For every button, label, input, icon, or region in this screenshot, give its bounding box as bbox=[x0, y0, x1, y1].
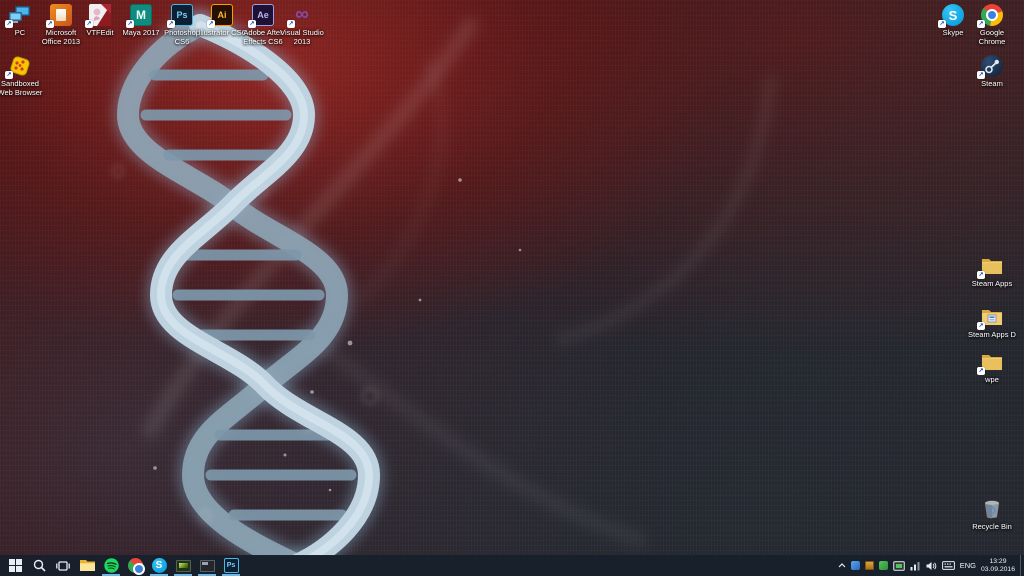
shortcut-arrow-icon bbox=[85, 20, 93, 28]
green-app-window-icon bbox=[176, 560, 191, 572]
touch-keyboard-icon[interactable] bbox=[942, 555, 955, 576]
hidden-icons-chevron[interactable] bbox=[838, 555, 846, 576]
clock[interactable]: 13:29 03.09.2016 bbox=[981, 558, 1015, 574]
shortcut-arrow-icon bbox=[977, 20, 985, 28]
file-explorer-icon bbox=[80, 559, 95, 572]
shortcut-arrow-icon bbox=[207, 20, 215, 28]
taskbar-left: S Ps bbox=[0, 555, 243, 576]
skype-icon: S bbox=[152, 558, 167, 573]
shortcut-arrow-icon bbox=[5, 71, 13, 79]
desktop-icon-recycle-bin[interactable]: Recycle Bin bbox=[963, 497, 1021, 532]
network-icon[interactable] bbox=[910, 555, 921, 576]
start-button[interactable] bbox=[3, 555, 27, 576]
file-explorer-button[interactable] bbox=[75, 555, 99, 576]
volume-icon[interactable] bbox=[926, 555, 937, 576]
icon-label: Sandboxed Web Browser bbox=[0, 80, 45, 97]
shortcut-arrow-icon bbox=[167, 20, 175, 28]
desktop-icon-wpe[interactable]: wpe bbox=[963, 350, 1021, 385]
search-button[interactable] bbox=[27, 555, 51, 576]
icon-label: Visual Studio 2013 bbox=[277, 29, 327, 46]
chrome-button[interactable] bbox=[123, 555, 147, 576]
shortcut-arrow-icon bbox=[977, 71, 985, 79]
illustrator-icon: Ai bbox=[209, 3, 235, 27]
shortcut-arrow-icon bbox=[248, 20, 256, 28]
green-tray-icon[interactable] bbox=[879, 555, 888, 576]
icon-label: Google Chrome bbox=[967, 29, 1017, 46]
system-tray: ENG 13:29 03.09.2016 bbox=[838, 555, 1024, 576]
pc-icon bbox=[7, 3, 33, 27]
icon-label: PC bbox=[15, 29, 25, 38]
folder-icon bbox=[979, 350, 1005, 374]
maya-icon: M bbox=[128, 3, 154, 27]
time: 13:29 bbox=[989, 558, 1006, 566]
photoshop-icon: Ps bbox=[224, 558, 239, 573]
shortcut-arrow-icon bbox=[977, 271, 985, 279]
chrome-icon bbox=[128, 558, 143, 573]
orange-tray-icon[interactable] bbox=[865, 555, 874, 576]
search-icon bbox=[33, 559, 46, 572]
icon-label: wpe bbox=[985, 376, 999, 385]
skype-button[interactable]: S bbox=[147, 555, 171, 576]
date: 03.09.2016 bbox=[981, 566, 1015, 574]
task-view-button[interactable] bbox=[51, 555, 75, 576]
icon-label: Steam bbox=[981, 80, 1003, 89]
photoshop-button[interactable]: Ps bbox=[219, 555, 243, 576]
dark-app-window-icon bbox=[200, 560, 215, 572]
shortcut-arrow-icon bbox=[46, 20, 54, 28]
green-app-button[interactable] bbox=[171, 555, 195, 576]
monitor-tray-icon[interactable] bbox=[893, 555, 905, 576]
icon-label: Steam Apps D bbox=[968, 331, 1016, 340]
icon-label: Recycle Bin bbox=[972, 523, 1012, 532]
spotify-button[interactable] bbox=[99, 555, 123, 576]
shortcut-arrow-icon bbox=[5, 20, 13, 28]
photoshop-icon: Ps bbox=[169, 3, 195, 27]
chrome-icon bbox=[979, 3, 1005, 27]
shortcut-arrow-icon bbox=[977, 322, 985, 330]
shortcut-arrow-icon bbox=[287, 20, 295, 28]
desktop-icon-visual-studio[interactable]: ∞ Visual Studio 2013 bbox=[273, 3, 331, 46]
desktop: PC Microsoft Office 2013 VTFEdit M Maya … bbox=[0, 0, 1024, 576]
blue-tray-icon[interactable] bbox=[851, 555, 860, 576]
desktop-icon-google-chrome[interactable]: Google Chrome bbox=[963, 3, 1021, 46]
show-desktop-button[interactable] bbox=[1020, 555, 1024, 576]
dark-app-button[interactable] bbox=[195, 555, 219, 576]
icon-label: Steam Apps bbox=[972, 280, 1012, 289]
icon-label: Skype bbox=[943, 29, 964, 38]
folder-with-files-icon bbox=[979, 305, 1005, 329]
desktop-icon-steam-apps[interactable]: Steam Apps bbox=[963, 254, 1021, 289]
recycle-bin-icon bbox=[979, 497, 1005, 521]
desktop-icon-steam[interactable]: Steam bbox=[963, 54, 1021, 89]
wallpaper bbox=[0, 0, 1024, 576]
spotify-icon bbox=[104, 558, 119, 573]
shortcut-arrow-icon bbox=[977, 367, 985, 375]
desktop-icon-steam-apps-d[interactable]: Steam Apps D bbox=[963, 305, 1021, 340]
folder-icon bbox=[979, 254, 1005, 278]
visual-studio-icon: ∞ bbox=[289, 3, 315, 27]
shortcut-arrow-icon bbox=[126, 20, 134, 28]
task-view-icon bbox=[56, 560, 70, 572]
taskbar: S Ps bbox=[0, 555, 1024, 576]
shortcut-arrow-icon bbox=[938, 20, 946, 28]
icon-label: VTFEdit bbox=[86, 29, 113, 38]
language-indicator[interactable]: ENG bbox=[960, 555, 976, 576]
desktop-icon-sandboxed-browser[interactable]: Sandboxed Web Browser bbox=[0, 54, 49, 97]
vtfedit-icon bbox=[87, 3, 113, 27]
sandboxie-icon bbox=[7, 54, 33, 78]
steam-icon bbox=[979, 54, 1005, 78]
